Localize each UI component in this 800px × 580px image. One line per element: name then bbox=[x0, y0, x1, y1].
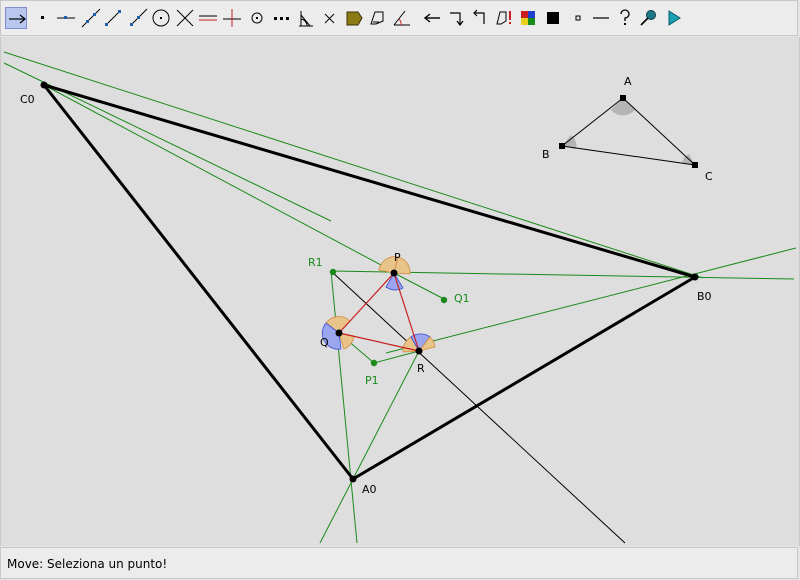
triangle-a0-b0-c0 bbox=[42, 83, 697, 481]
tool-locus-button[interactable] bbox=[367, 7, 389, 29]
tool-segment-button[interactable] bbox=[102, 7, 124, 29]
tool-macro-alert-button[interactable] bbox=[493, 7, 515, 29]
geometry-drawing[interactable]: C0 B0 A0 P Q R R1 Q1 P1 A B C bbox=[1, 37, 800, 546]
point-q[interactable] bbox=[335, 329, 343, 337]
seg-p1-r bbox=[373, 350, 420, 364]
tool-midpoint-button[interactable] bbox=[246, 7, 268, 29]
tool-macro-play-button[interactable] bbox=[469, 7, 491, 29]
label-q1: Q1 bbox=[454, 292, 470, 305]
toolbar bbox=[0, 0, 798, 36]
label-b: B bbox=[542, 148, 550, 161]
tool-intersection-button[interactable] bbox=[174, 7, 196, 29]
point-r1[interactable] bbox=[329, 268, 337, 276]
tool-move-arrow-button[interactable] bbox=[5, 7, 27, 29]
label-r: R bbox=[417, 362, 425, 375]
tool-perpendicular-button[interactable] bbox=[221, 7, 243, 29]
tool-magnifier-button[interactable] bbox=[638, 7, 660, 29]
status-text: Move: Seleziona un punto! bbox=[7, 557, 168, 571]
tool-point-on-line-button[interactable] bbox=[55, 7, 77, 29]
tool-circle-button[interactable] bbox=[150, 7, 172, 29]
tool-dotted-line-button[interactable] bbox=[271, 7, 293, 29]
tool-compass-button[interactable] bbox=[295, 7, 317, 29]
tool-run-button[interactable] bbox=[663, 7, 685, 29]
line-r1-diagonal bbox=[330, 270, 626, 544]
tool-color-palette-button[interactable] bbox=[517, 7, 539, 29]
tool-line-button[interactable] bbox=[80, 7, 102, 29]
tool-line-style-button[interactable] bbox=[590, 7, 612, 29]
label-p: P bbox=[394, 251, 401, 264]
point-b[interactable] bbox=[559, 143, 565, 149]
point-r[interactable] bbox=[415, 347, 423, 355]
status-bar: Move: Seleziona un punto! bbox=[0, 547, 798, 579]
point-a[interactable] bbox=[620, 95, 626, 101]
label-q: Q bbox=[320, 336, 329, 349]
point-labels: C0 B0 A0 P Q R R1 Q1 P1 A B C bbox=[20, 75, 713, 496]
tool-angle-button[interactable] bbox=[391, 7, 413, 29]
label-c: C bbox=[705, 170, 713, 183]
construction-lines bbox=[3, 51, 797, 544]
line-a0-r1 bbox=[330, 270, 358, 544]
label-r1: R1 bbox=[308, 256, 323, 269]
label-p1: P1 bbox=[365, 374, 379, 387]
label-a: A bbox=[624, 75, 632, 88]
tool-parallel-button[interactable] bbox=[197, 7, 219, 29]
line-c0-p bbox=[43, 84, 397, 274]
point-p1[interactable] bbox=[370, 359, 378, 367]
label-b0: B0 bbox=[697, 290, 712, 303]
drawing-canvas[interactable]: C0 B0 A0 P Q R R1 Q1 P1 A B C bbox=[0, 37, 800, 546]
tool-ray-button[interactable] bbox=[127, 7, 149, 29]
label-a0: A0 bbox=[362, 483, 377, 496]
tool-polygon-button[interactable] bbox=[343, 7, 365, 29]
line-c0-b0-upper bbox=[3, 51, 704, 279]
angle-marks bbox=[321, 98, 695, 353]
tool-small-square-button[interactable] bbox=[567, 7, 589, 29]
tool-point-button[interactable] bbox=[32, 7, 54, 29]
point-c[interactable] bbox=[692, 162, 698, 168]
label-c0: C0 bbox=[20, 93, 35, 106]
points[interactable] bbox=[40, 81, 699, 483]
point-a0[interactable] bbox=[349, 475, 357, 483]
tool-delete-button[interactable] bbox=[319, 7, 341, 29]
tool-macro-record-button[interactable] bbox=[445, 7, 467, 29]
tool-filled-square-button[interactable] bbox=[542, 7, 564, 29]
point-q1[interactable] bbox=[440, 296, 448, 304]
point-c0[interactable] bbox=[40, 81, 48, 89]
point-p[interactable] bbox=[390, 269, 398, 277]
point-b0[interactable] bbox=[691, 273, 699, 281]
tool-help-button[interactable] bbox=[614, 7, 636, 29]
tool-undo-arrow-button[interactable] bbox=[421, 7, 443, 29]
